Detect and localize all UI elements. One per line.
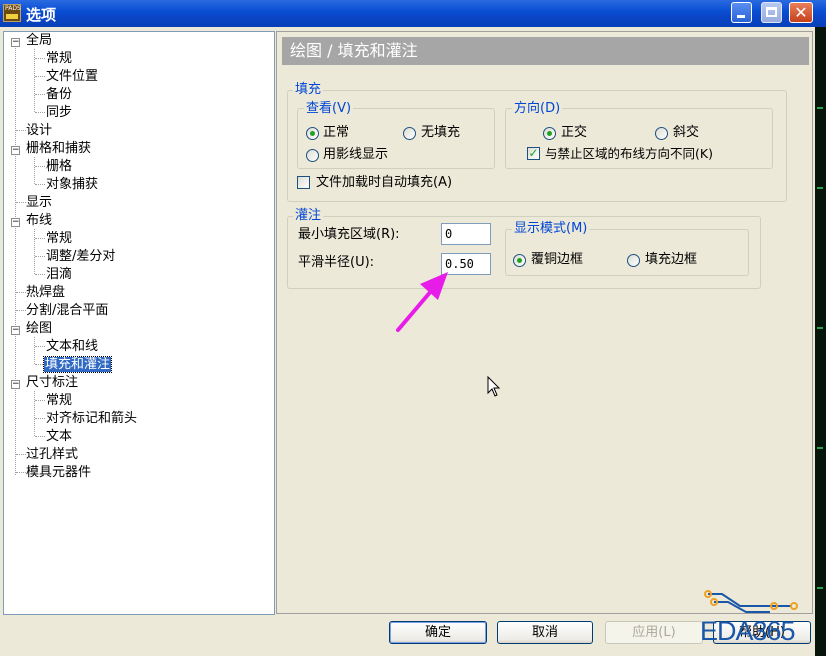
- min-fill-area-label: 最小填充区域(R):: [298, 227, 400, 242]
- collapse-icon[interactable]: −: [11, 380, 20, 389]
- view-group-label: 查看(V): [304, 101, 354, 116]
- view-hatch-label[interactable]: 用影线显示: [323, 147, 388, 163]
- direction-group-label: 方向(D): [512, 101, 563, 116]
- options-tree[interactable]: − 全局 常规 文件位置 备份 同步 设计 − 栅格和捕获 栅格 对象捕获 显示…: [3, 31, 275, 615]
- tree-item-grid[interactable]: 栅格: [46, 158, 72, 175]
- tree-item-routing[interactable]: 布线: [26, 212, 52, 229]
- tree-item-backup[interactable]: 备份: [46, 86, 72, 103]
- direction-orthogonal-label[interactable]: 正交: [561, 125, 587, 141]
- checkmark-icon: ✓: [528, 146, 539, 160]
- tree-item-display[interactable]: 显示: [26, 194, 52, 211]
- tree-item-die-components[interactable]: 模具元器件: [26, 464, 91, 481]
- tree-item-grid-snap[interactable]: 栅格和捕获: [26, 140, 91, 157]
- autofill-on-load-checkbox[interactable]: [297, 176, 310, 189]
- tree-item-routing-general[interactable]: 常规: [46, 230, 72, 247]
- view-normal-label[interactable]: 正常: [323, 125, 349, 141]
- tree-item-global[interactable]: 全局: [26, 32, 52, 49]
- keepout-direction-label[interactable]: 与禁止区域的布线方向不同(K): [545, 146, 713, 162]
- minimize-icon: [737, 15, 745, 18]
- title-bar[interactable]: PADS 选项 ✕: [0, 0, 826, 27]
- keepout-direction-checkbox[interactable]: ✓: [527, 147, 540, 160]
- view-no-fill-label[interactable]: 无填充: [421, 125, 460, 141]
- tree-item-object-snap[interactable]: 对象捕获: [46, 176, 98, 193]
- direction-orthogonal-radio[interactable]: [543, 127, 556, 140]
- view-hatch-radio[interactable]: [306, 149, 319, 162]
- fill-outline-label[interactable]: 填充边框: [645, 252, 697, 268]
- cancel-button[interactable]: 取消: [497, 621, 593, 644]
- tree-item-dim-text[interactable]: 文本: [46, 428, 72, 445]
- tree-item-global-general[interactable]: 常规: [46, 50, 72, 67]
- collapse-icon[interactable]: −: [11, 38, 20, 47]
- view-no-fill-radio[interactable]: [403, 127, 416, 140]
- apply-button[interactable]: 应用(L): [605, 621, 703, 644]
- tree-item-align-arrows[interactable]: 对齐标记和箭头: [46, 410, 137, 427]
- annotation-arrow-icon: [396, 272, 448, 332]
- tree-item-sync[interactable]: 同步: [46, 104, 72, 121]
- copper-outline-label[interactable]: 覆铜边框: [531, 252, 583, 268]
- tree-item-text-lines[interactable]: 文本和线: [46, 338, 98, 355]
- copper-outline-radio[interactable]: [513, 254, 526, 267]
- collapse-icon[interactable]: −: [11, 218, 20, 227]
- autofill-on-load-label[interactable]: 文件加载时自动填充(A): [316, 175, 452, 191]
- direction-diagonal-label[interactable]: 斜交: [673, 125, 699, 141]
- close-icon: ✕: [794, 3, 808, 22]
- close-button[interactable]: ✕: [789, 2, 813, 23]
- pour-group-label: 灌注: [293, 208, 324, 223]
- view-normal-radio[interactable]: [306, 127, 319, 140]
- background-canvas-strip: [815, 27, 826, 656]
- tree-item-via-styles[interactable]: 过孔样式: [26, 446, 78, 463]
- smooth-radius-label: 平滑半径(U):: [298, 255, 375, 270]
- min-fill-area-input[interactable]: 0: [441, 223, 491, 245]
- window-title: 选项: [26, 6, 57, 24]
- minimize-button[interactable]: [731, 2, 752, 23]
- tree-item-thermals[interactable]: 热焊盘: [26, 284, 65, 301]
- mouse-cursor-icon: [487, 376, 501, 397]
- direction-diagonal-radio[interactable]: [655, 127, 668, 140]
- pads-app-icon: PADS: [3, 4, 21, 22]
- ok-button[interactable]: 确定: [389, 621, 487, 644]
- eda365-watermark-text: EDA365: [700, 616, 796, 646]
- tree-item-fill-pour[interactable]: 填充和灌注: [42, 356, 113, 373]
- collapse-icon[interactable]: −: [11, 326, 20, 335]
- tree-item-dimensioning[interactable]: 尺寸标注: [26, 374, 78, 391]
- collapse-icon[interactable]: −: [11, 146, 20, 155]
- display-mode-group-label: 显示模式(M): [512, 221, 590, 236]
- tree-item-teardrops[interactable]: 泪滴: [46, 266, 72, 283]
- tree-item-dim-general[interactable]: 常规: [46, 392, 72, 409]
- tree-item-tuning-diffpair[interactable]: 调整/差分对: [46, 248, 115, 265]
- maximize-button[interactable]: [761, 2, 782, 23]
- fill-group-label: 填充: [293, 82, 324, 97]
- tree-item-split-mixed-plane[interactable]: 分割/混合平面: [26, 302, 108, 319]
- tree-item-drafting[interactable]: 绘图: [26, 320, 52, 337]
- tree-item-design[interactable]: 设计: [26, 122, 52, 139]
- page-title: 绘图 / 填充和灌注: [282, 37, 809, 65]
- fill-outline-radio[interactable]: [627, 254, 640, 267]
- maximize-icon: [766, 7, 777, 17]
- tree-item-file-locations[interactable]: 文件位置: [46, 68, 98, 85]
